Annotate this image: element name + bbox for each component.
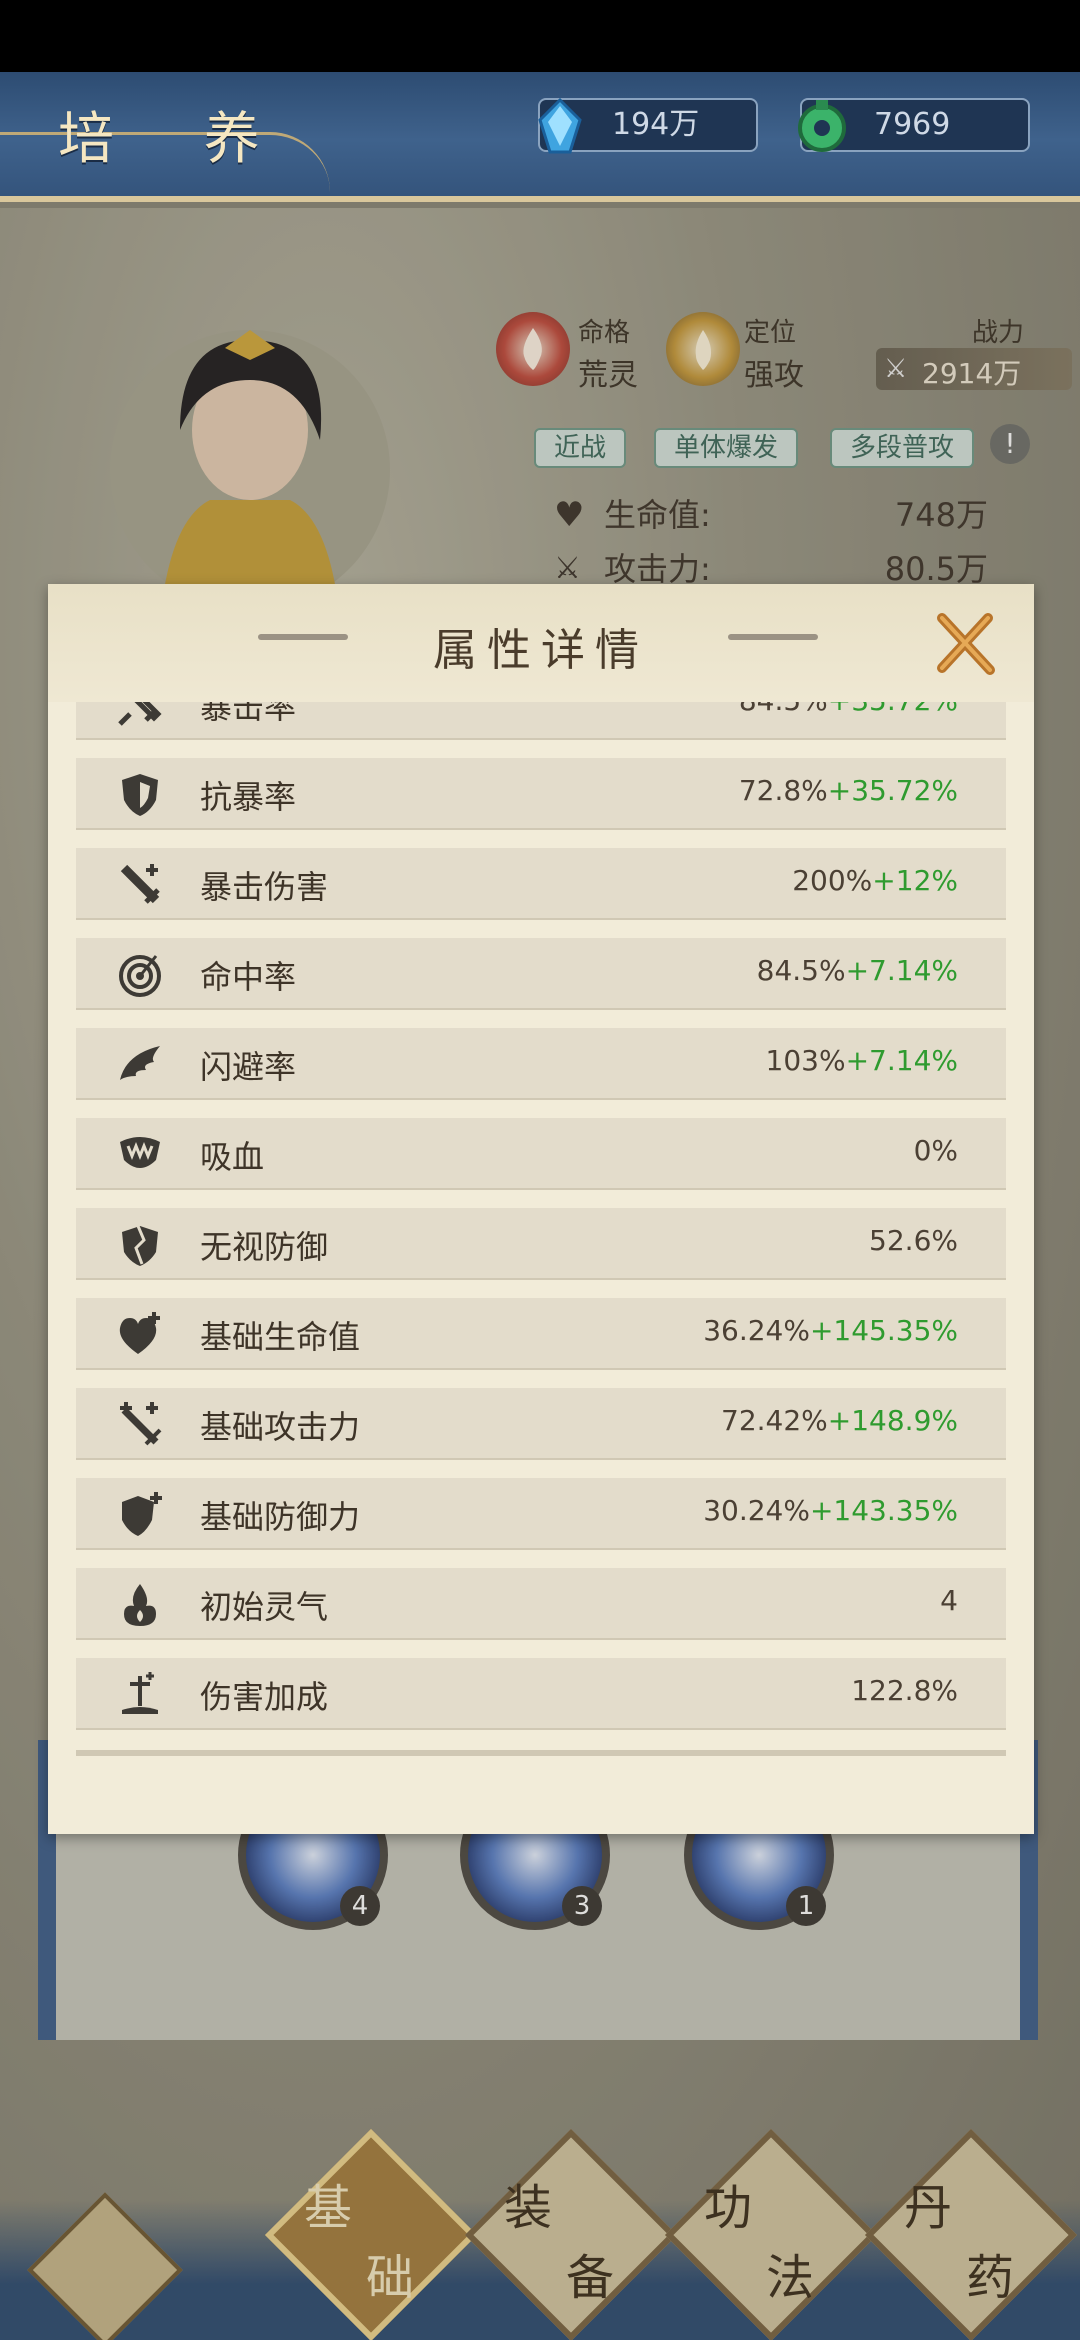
shield-plus-icon	[116, 1490, 164, 1538]
list-item: 伤害加成 122.8%	[76, 1658, 1006, 1730]
list-item: 暴击率 84.5%+35.72%	[76, 702, 1006, 740]
target-icon	[116, 950, 164, 998]
crit-damage-icon	[116, 860, 164, 908]
broken-shield-icon	[116, 1220, 164, 1268]
close-icon	[937, 613, 995, 675]
list-item: 基础防御力 30.24%+143.35%	[76, 1478, 1006, 1550]
list-item: 无视防御 52.6%	[76, 1208, 1006, 1280]
crit-rate-icon	[116, 702, 164, 728]
list-item: 闪避率 103%+7.14%	[76, 1028, 1006, 1100]
spirit-stone-amount: 194万	[612, 107, 700, 142]
attribute-detail-modal: 属性详情 暴击率 84.5%+35.72% 抗暴率 72.8%+35.72% 暴…	[48, 584, 1034, 1834]
modal-title: 属性详情	[433, 625, 649, 676]
crit-resist-icon	[116, 770, 164, 818]
status-bar	[0, 0, 1080, 72]
close-button[interactable]	[928, 608, 1000, 680]
sword-plus-icon	[116, 1400, 164, 1448]
page-title: 培 养	[58, 107, 296, 172]
heart-plus-icon	[116, 1310, 164, 1358]
damage-bonus-icon	[116, 1670, 164, 1718]
modal-header: 属性详情	[48, 584, 1034, 702]
fang-icon	[116, 1130, 164, 1178]
wing-icon	[116, 1040, 164, 1088]
list-item: 抗暴率 72.8%+35.72%	[76, 758, 1006, 830]
list-item: 命中率 84.5%+7.14%	[76, 938, 1006, 1010]
spirit-flame-icon	[116, 1580, 164, 1628]
jade-icon	[784, 88, 860, 164]
title-decoration	[728, 634, 818, 640]
list-item: 初始灵气 4	[76, 1568, 1006, 1640]
jade-amount: 7969	[874, 107, 951, 142]
crystal-icon	[522, 88, 598, 164]
list-item: 基础生命值 36.24%+145.35%	[76, 1298, 1006, 1370]
list-item: 暴击伤害 200%+12%	[76, 848, 1006, 920]
list-item: 吸血 0%	[76, 1118, 1006, 1190]
spirit-stone-counter[interactable]: 194万	[538, 97, 758, 154]
list-divider	[76, 1750, 1006, 1756]
top-header: 培 养 194万 7969	[0, 72, 1080, 202]
attribute-list[interactable]: 暴击率 84.5%+35.72% 抗暴率 72.8%+35.72% 暴击伤害 2…	[76, 702, 1006, 1802]
list-item: 基础攻击力 72.42%+148.9%	[76, 1388, 1006, 1460]
jade-counter[interactable]: 7969	[798, 98, 1030, 152]
